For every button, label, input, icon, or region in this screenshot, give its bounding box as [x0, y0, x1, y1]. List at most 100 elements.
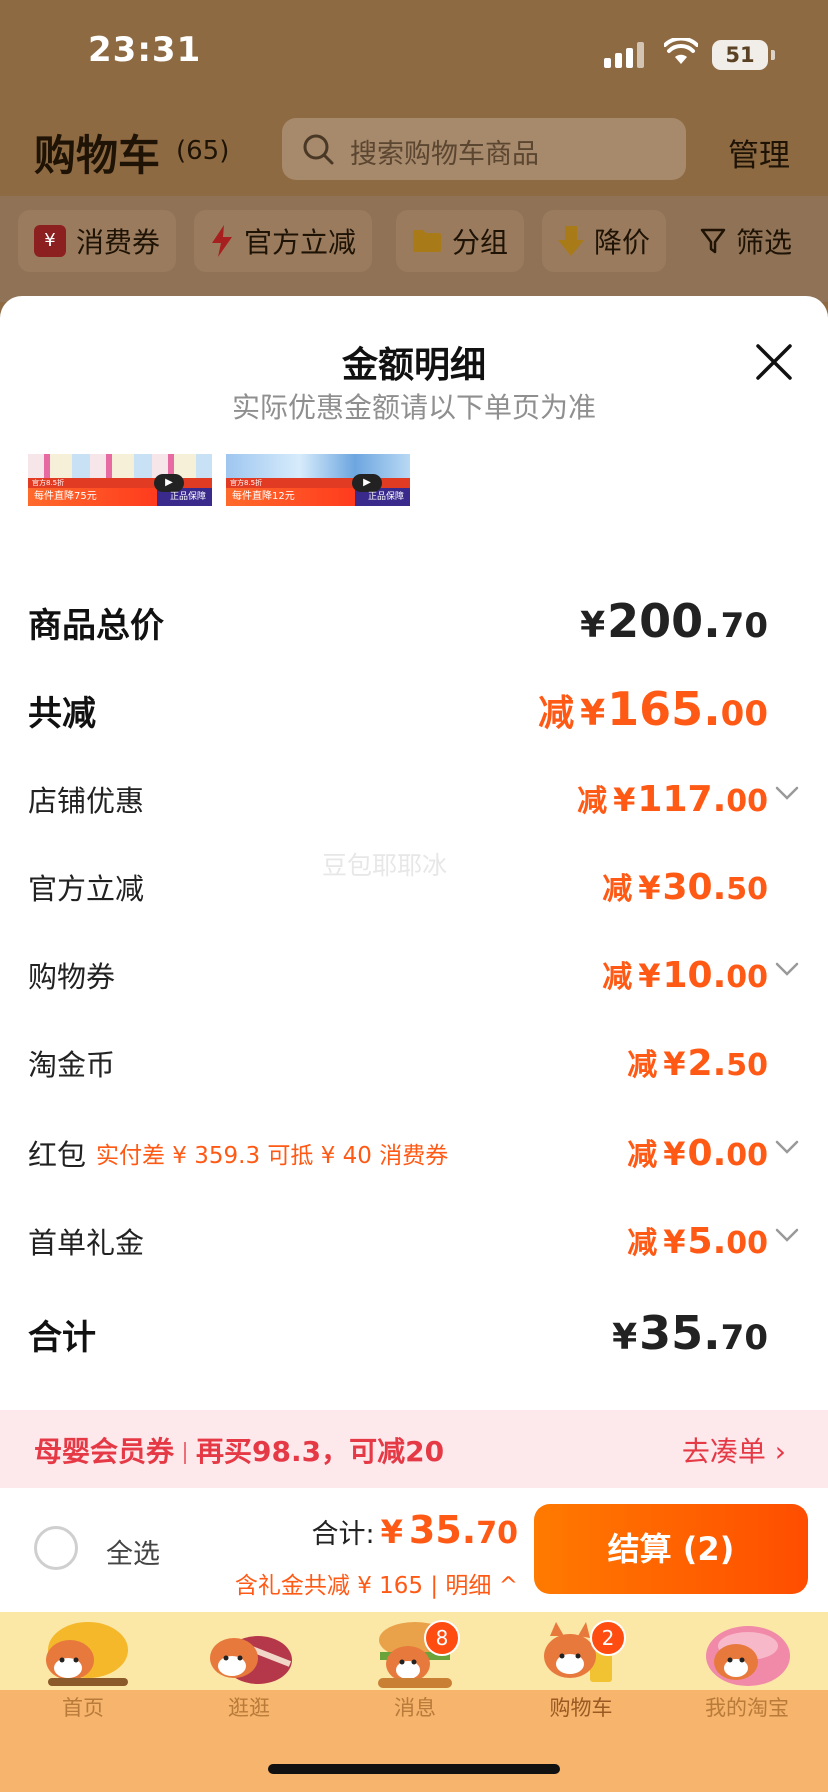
- amount-integer: 10.: [662, 955, 727, 996]
- close-icon[interactable]: [752, 340, 796, 384]
- row-taojinbi: 淘金币 减 ¥2. 50: [0, 1040, 828, 1100]
- row-shop-discount[interactable]: 店铺优惠 减 ¥117. 00: [0, 776, 828, 836]
- search-placeholder: 搜索购物车商品: [350, 139, 539, 170]
- total-discount-amount: 减 ¥165. 00: [538, 682, 768, 736]
- shop-discount-amount: 减 ¥117. 00: [577, 776, 768, 820]
- currency-symbol: ¥: [580, 693, 606, 734]
- sheet-title: 金额明细: [341, 345, 486, 386]
- chevron-down-icon[interactable]: [774, 1222, 800, 1248]
- minus-prefix: 减: [627, 1226, 658, 1261]
- row-hongbao[interactable]: 红包 实付差 ¥ 359.3 可抵 ¥ 40 消费券 减 ¥0. 00: [0, 1130, 828, 1190]
- filter-chip-coupon[interactable]: ¥ 消费券: [18, 210, 177, 272]
- row-label: 合计: [28, 1318, 96, 1358]
- discount-detail-toggle[interactable]: 含礼金共减 ¥ 165 | 明细 ^: [235, 1566, 518, 1600]
- amount-decimal: 70: [720, 606, 768, 646]
- row-voucher[interactable]: 购物券 减 ¥10. 00: [0, 952, 828, 1012]
- amount-decimal: 00: [726, 784, 768, 819]
- tab-my-taobao[interactable]: 我的淘宝: [664, 1612, 828, 1722]
- chevron-down-icon[interactable]: [774, 956, 800, 982]
- filter-chip-price-drop[interactable]: 降价: [542, 210, 667, 272]
- currency-symbol: ¥: [612, 1317, 638, 1358]
- row-label: 店铺优惠: [28, 784, 145, 818]
- product-thumbnail[interactable]: 官方8.5折 每件直降75元 ▶ 正品保障: [28, 454, 212, 512]
- minus-prefix: 减: [627, 1048, 658, 1083]
- hongbao-amount: 减 ¥0. 00: [627, 1130, 768, 1174]
- filter-chip-label: 消费券: [76, 226, 161, 259]
- first-order-amount: 减 ¥5. 00: [627, 1218, 768, 1262]
- status-time: 23:31: [88, 30, 202, 70]
- minus-prefix: 减: [602, 960, 633, 995]
- minus-prefix: 减: [577, 784, 608, 819]
- amount-decimal: 00: [726, 960, 768, 995]
- wifi-icon: [664, 38, 698, 64]
- add-items-link[interactable]: 去凑单 ›: [682, 1430, 786, 1470]
- minus-prefix: 减: [602, 872, 633, 907]
- amount-decimal: 50: [726, 1048, 768, 1083]
- amount-integer: 0.: [687, 1133, 727, 1174]
- minus-prefix: 减: [538, 693, 575, 734]
- amount-decimal: 50: [726, 872, 768, 907]
- amount-decimal: 70: [476, 1516, 518, 1551]
- filter-chip-official[interactable]: 官方立减: [194, 210, 373, 272]
- thumbnail-guarantee: 正品保障: [169, 492, 206, 502]
- hongbao-note: 实付差 ¥ 359.3 可抵 ¥ 40 消费券: [96, 1143, 449, 1169]
- amount-decimal: 70: [720, 1318, 768, 1358]
- cart-count: (65): [176, 136, 230, 166]
- amount-integer: 200.: [607, 594, 721, 648]
- tab-messages[interactable]: 8 消息: [332, 1612, 498, 1722]
- currency-symbol: ¥: [638, 869, 661, 907]
- search-input[interactable]: 搜索购物车商品: [282, 118, 686, 180]
- promo-title: 母婴会员券: [34, 1435, 175, 1468]
- currency-symbol: ¥: [663, 1223, 686, 1261]
- status-bar: 23:31 51: [0, 0, 828, 110]
- row-label: 官方立减: [28, 872, 145, 906]
- amount-integer: 35.: [639, 1306, 721, 1360]
- taojinbi-amount: 减 ¥2. 50: [627, 1040, 768, 1084]
- amount-integer: 2.: [687, 1043, 727, 1084]
- manage-button[interactable]: 管理: [728, 130, 790, 175]
- watermark: 豆包耶耶冰: [322, 851, 448, 880]
- checkout-button[interactable]: 结算 (2): [534, 1504, 808, 1594]
- tab-home[interactable]: 首页: [0, 1612, 166, 1722]
- filter-chip-label: 分组: [452, 226, 509, 259]
- folder-icon: [413, 230, 441, 252]
- amount-integer: 35.: [408, 1508, 477, 1552]
- row-total-discount: 共减 减 ¥165. 00: [0, 682, 828, 742]
- amount-decimal: 00: [720, 694, 768, 734]
- tab-guangguang[interactable]: 逛逛: [166, 1612, 332, 1722]
- chevron-down-icon[interactable]: [774, 1134, 800, 1160]
- coupon-icon: ¥: [34, 225, 66, 257]
- checkout-total: 合计: ¥ 35. 70: [312, 1508, 518, 1552]
- lightning-icon: [212, 225, 232, 257]
- select-all-radio[interactable]: [34, 1526, 78, 1570]
- arrow-down-icon: [558, 226, 584, 256]
- filter-chip-filter[interactable]: 筛选: [684, 210, 808, 272]
- search-icon: [303, 134, 334, 165]
- page-title: 购物车: [34, 131, 161, 180]
- chevron-down-icon[interactable]: [774, 780, 800, 806]
- row-label: 淘金币: [28, 1048, 116, 1082]
- row-label: 首单礼金: [28, 1226, 145, 1260]
- amount-integer: 30.: [662, 867, 727, 908]
- select-all-label[interactable]: 全选: [106, 1532, 160, 1571]
- filter-icon: [700, 228, 726, 254]
- tab-label: 我的淘宝: [705, 1696, 789, 1720]
- filter-chip-label: 官方立减: [244, 226, 357, 259]
- tab-cart[interactable]: 2 购物车: [498, 1612, 664, 1722]
- voucher-amount: 减 ¥10. 00: [602, 952, 768, 996]
- battery-indicator: 51: [712, 40, 775, 70]
- tab-label: 逛逛: [228, 1696, 270, 1720]
- filter-chip-group[interactable]: 分组: [396, 210, 525, 272]
- amount-integer: 165.: [607, 682, 721, 736]
- row-first-order[interactable]: 首单礼金 减 ¥5. 00: [0, 1218, 828, 1278]
- thumbnail-band: 官方8.5折: [28, 478, 212, 488]
- official-discount-amount: 减 ¥30. 50: [602, 864, 768, 908]
- row-total: 合计 ¥35. 70: [0, 1306, 828, 1366]
- product-thumbnail[interactable]: 官方8.5折 每件直降12元 ▶ 正品保障: [226, 454, 410, 512]
- amount-integer: 5.: [687, 1221, 727, 1262]
- filter-chip-label: 降价: [594, 226, 651, 259]
- subtotal-amount: ¥200. 70: [580, 594, 768, 648]
- home-indicator: [268, 1764, 560, 1774]
- mascot-icon: [706, 1626, 790, 1686]
- cart-header: 购物车 (65) 搜索购物车商品 管理: [0, 112, 828, 196]
